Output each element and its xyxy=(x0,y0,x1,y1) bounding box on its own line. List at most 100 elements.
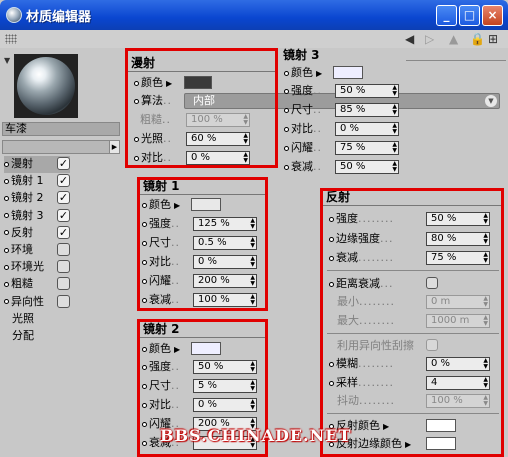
channel-item[interactable]: 分配 xyxy=(4,328,70,345)
checkbox-empty-icon[interactable] xyxy=(57,260,70,274)
spec3-value: 75 % xyxy=(340,142,366,153)
spec3-row: 闪耀.. xyxy=(284,139,322,156)
channel-item[interactable]: 光照 xyxy=(4,311,70,328)
channel-item[interactable]: 异向性 xyxy=(4,294,70,311)
channel-item[interactable]: 粗糙 xyxy=(4,276,70,293)
reflection-highlight-box xyxy=(320,188,504,457)
minimize-button[interactable]: _ xyxy=(436,5,457,26)
spec3-input[interactable]: 75 % ▲ ▼ xyxy=(335,141,399,155)
animate-dot-icon[interactable] xyxy=(4,213,9,219)
animate-dot-icon[interactable] xyxy=(284,88,289,94)
spec3-row: 衰减.. xyxy=(284,158,322,175)
preview-menu-arrow-icon[interactable]: ▼ xyxy=(4,56,10,65)
spinner-arrows-icon[interactable]: ▲ ▼ xyxy=(392,142,397,154)
spinner-arrows-icon[interactable]: ▲ ▼ xyxy=(392,85,397,97)
channel-item[interactable]: 环境 xyxy=(4,242,70,259)
checkmark-icon[interactable]: ✓ xyxy=(57,191,70,205)
leader-dots: .. xyxy=(313,84,322,97)
channel-item[interactable]: 镜射 2 ✓ xyxy=(4,190,70,207)
animate-dot-icon[interactable] xyxy=(4,195,9,201)
preview-sphere xyxy=(17,57,75,115)
material-link-field[interactable]: ▶ xyxy=(2,140,120,154)
up-arrow-icon[interactable]: ▲ xyxy=(449,32,458,46)
animate-dot-icon[interactable] xyxy=(284,126,289,132)
checkbox-empty-icon[interactable] xyxy=(57,243,70,256)
spec3-label: 强度 xyxy=(291,84,313,97)
spinner-arrows-icon[interactable]: ▲ ▼ xyxy=(392,161,397,173)
animate-dot-icon[interactable] xyxy=(284,164,289,170)
spinner-arrows-icon[interactable]: ▲ ▼ xyxy=(392,123,397,135)
leader-dots: .. xyxy=(313,141,322,154)
spec3-color-swatch[interactable] xyxy=(333,66,363,79)
checkmark-icon[interactable]: ✓ xyxy=(57,208,70,222)
close-button[interactable]: × xyxy=(482,5,503,26)
lock-icon[interactable]: 🔒 xyxy=(470,32,485,46)
animate-dot-icon[interactable] xyxy=(4,281,9,287)
channel-label: 漫射 xyxy=(11,157,33,170)
material-name[interactable]: 车漆 xyxy=(2,122,120,136)
maximize-button[interactable]: □ xyxy=(459,5,480,26)
diffuse-highlight-box xyxy=(125,48,278,168)
channel-label: 粗糙 xyxy=(11,277,33,291)
forward-arrow-icon[interactable]: ▷ xyxy=(425,32,434,46)
spec3-input[interactable]: 85 % ▲ ▼ xyxy=(335,103,399,117)
spec3-color-row: 颜色 ▶ xyxy=(284,64,322,81)
channel-item[interactable]: 漫射 ✓ xyxy=(4,156,70,173)
animate-dot-icon[interactable] xyxy=(4,247,9,253)
channel-item[interactable]: 镜射 1 ✓ xyxy=(4,173,70,190)
spec3-row: 尺寸.. xyxy=(284,101,322,118)
checkmark-icon[interactable]: ✓ xyxy=(57,225,70,239)
checkbox-empty-icon[interactable] xyxy=(57,294,70,308)
link-arrow-icon[interactable]: ▶ xyxy=(109,141,119,153)
spec3-label: 闪耀 xyxy=(291,141,313,154)
spec3-label: 对比 xyxy=(291,122,313,135)
spec3-title: 镜射 3 xyxy=(283,48,320,62)
leader-dots: .. xyxy=(313,122,322,135)
animate-dot-icon[interactable] xyxy=(4,264,9,270)
spec3-input[interactable]: 50 % ▲ ▼ xyxy=(335,84,399,98)
spec3-value: 50 % xyxy=(340,85,366,96)
spec3-value: 85 % xyxy=(340,104,366,115)
channel-label: 镜射 1 xyxy=(11,174,44,188)
checkmark-icon[interactable]: ✓ xyxy=(57,174,70,188)
toolbar: ◀ ▷ ▲ 🔒 ⊞ xyxy=(0,30,508,48)
spec3-row: 对比.. xyxy=(284,120,322,137)
spec3-color-label: 颜色 xyxy=(291,66,313,79)
title-bar: 材质编辑器 _ □ × xyxy=(0,0,508,30)
channel-label: 异向性 xyxy=(11,294,44,308)
spec3-label: 尺寸 xyxy=(291,103,313,116)
material-app-icon xyxy=(6,7,22,23)
channel-label: 镜射 3 xyxy=(11,208,44,222)
material-preview xyxy=(14,54,78,118)
channel-item[interactable]: 环境光 xyxy=(4,259,70,276)
channel-label: 反射 xyxy=(11,225,33,239)
grip-icon xyxy=(5,34,17,44)
animate-dot-icon[interactable] xyxy=(4,161,9,167)
channel-label: 环境 xyxy=(11,243,33,256)
leader-dots: .. xyxy=(313,160,322,173)
animate-dot-icon[interactable] xyxy=(284,107,289,113)
spec3-row: 强度.. xyxy=(284,82,322,99)
expand-triangle-icon[interactable]: ▶ xyxy=(316,65,322,82)
channel-label: 分配 xyxy=(12,329,34,342)
spec3-value: 50 % xyxy=(340,161,366,172)
spec3-input[interactable]: 0 % ▲ ▼ xyxy=(335,122,399,136)
checkmark-icon[interactable]: ✓ xyxy=(57,157,70,170)
animate-dot-icon[interactable] xyxy=(284,70,289,76)
channel-label: 镜射 2 xyxy=(11,191,44,205)
spec3-label: 衰减 xyxy=(291,160,313,173)
animate-dot-icon[interactable] xyxy=(284,145,289,151)
animate-dot-icon[interactable] xyxy=(4,178,9,184)
channel-item[interactable]: 镜射 3 ✓ xyxy=(4,208,70,225)
animate-dot-icon[interactable] xyxy=(4,299,9,305)
back-arrow-icon[interactable]: ◀ xyxy=(405,32,414,46)
spec3-value: 0 % xyxy=(340,123,360,134)
checkbox-empty-icon[interactable] xyxy=(57,277,70,291)
new-window-icon[interactable]: ⊞ xyxy=(488,32,498,46)
watermark: BBS.CHINADE.NET xyxy=(160,426,352,445)
spinner-arrows-icon[interactable]: ▲ ▼ xyxy=(392,104,397,116)
channel-item[interactable]: 反射 ✓ xyxy=(4,225,70,242)
leader-dots: .. xyxy=(313,103,322,116)
spec3-input[interactable]: 50 % ▲ ▼ xyxy=(335,160,399,174)
animate-dot-icon[interactable] xyxy=(4,230,9,236)
